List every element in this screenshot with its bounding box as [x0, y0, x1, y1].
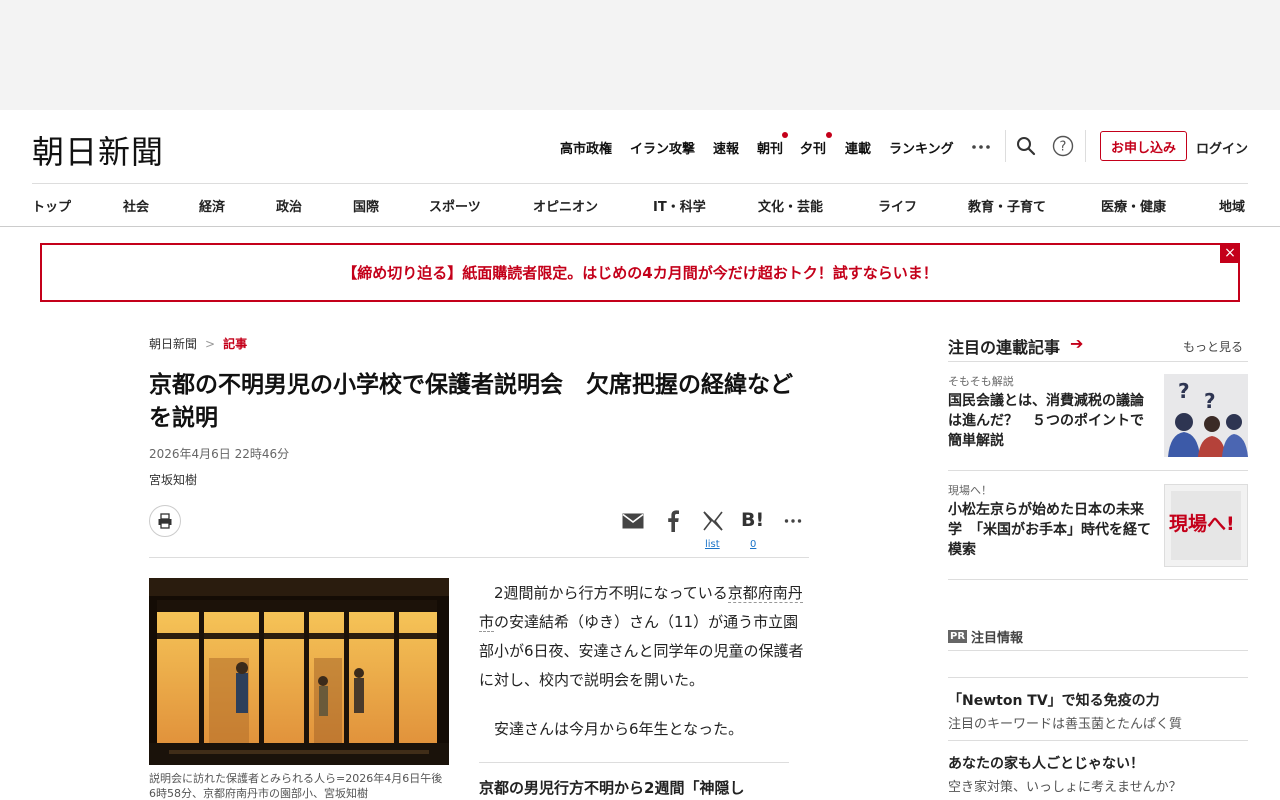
svg-text:?: ? [1060, 140, 1067, 155]
paragraph-text: の安達結希（ゆき）さん（11）が通う市立園部小が6日夜、安達さんと同学年の児童の… [479, 613, 804, 689]
ellipsis-icon[interactable] [784, 516, 802, 526]
category-tab[interactable]: IT・科学 [653, 196, 706, 215]
new-indicator-dot [826, 132, 832, 138]
login-link[interactable]: ログイン [1196, 138, 1248, 157]
breadcrumb-separator: > [205, 337, 216, 351]
divider [948, 470, 1248, 471]
breadcrumb-current[interactable]: 記事 [223, 337, 247, 351]
category-tab-top[interactable]: トップ [32, 196, 71, 215]
category-tab[interactable]: スポーツ [429, 196, 481, 215]
sidebar-item-title[interactable]: 国民会議とは、消費減税の議論は進んだ？ ５つのポイントで簡単解説 [948, 391, 1154, 451]
topnav-link[interactable]: イラン攻撃 [630, 138, 695, 157]
topnav-link[interactable]: ランキング [889, 138, 954, 157]
mail-icon[interactable] [622, 513, 644, 529]
category-tab[interactable]: 国際 [353, 196, 379, 215]
more-link[interactable]: もっと見る [1183, 338, 1243, 355]
pr-item-subtitle[interactable]: 注目のキーワードは善玉菌とたんぱく質 [948, 713, 1182, 732]
search-icon[interactable] [1016, 136, 1036, 156]
breadcrumb-home[interactable]: 朝日新聞 [149, 337, 197, 351]
category-tab[interactable]: 政治 [276, 196, 302, 215]
site-logo[interactable]: 朝日新聞 [32, 127, 164, 173]
sidebar-item-kicker: 現場へ！ [948, 484, 992, 497]
x-icon[interactable] [703, 511, 723, 531]
divider [948, 650, 1248, 651]
pr-section-title: 注目情報 [971, 631, 1024, 646]
article-body: 2週間前から行方不明になっている京都府南丹市の安達結希（ゆき）さん（11）が通う… [479, 579, 811, 744]
print-button[interactable] [149, 505, 181, 537]
article-paragraph: 2週間前から行方不明になっている京都府南丹市の安達結希（ゆき）さん（11）が通う… [479, 579, 811, 695]
article-headline: 京都の不明男児の小学校で保護者説明会 欠席把握の経緯などを説明 [149, 372, 793, 431]
category-tab[interactable]: 医療・健康 [1101, 196, 1166, 215]
topnav-link-morning[interactable]: 朝刊 [757, 138, 783, 157]
print-icon [158, 513, 172, 529]
divider [1085, 130, 1086, 162]
article-photo[interactable] [149, 578, 449, 765]
x-share-list-link[interactable]: list [705, 539, 720, 550]
pr-item-subtitle[interactable]: 空き家対策、いっしょに考えませんか？ [948, 776, 1182, 795]
pr-badge: PR [948, 630, 968, 643]
category-tab[interactable]: 地域 [1219, 196, 1245, 215]
sidebar-item-kicker: そもそも解説 [948, 375, 1014, 388]
divider [948, 579, 1248, 580]
thumbnail-caption: 現場へ! [1169, 513, 1235, 535]
divider [0, 226, 1280, 227]
article-date: 2026年4月6日 22時46分 [149, 447, 290, 461]
topnav-link-evening[interactable]: 夕刊 [800, 138, 826, 157]
paragraph-text: 2週間前から行方不明になっている [494, 584, 728, 602]
category-tab[interactable]: ライフ [878, 196, 917, 215]
category-tab[interactable]: 文化・芸能 [758, 196, 823, 215]
category-tab[interactable]: 社会 [123, 196, 149, 215]
pr-section-heading: PR 注目情報 [948, 627, 1023, 646]
category-tab[interactable]: 教育・子育て [968, 196, 1046, 215]
ad-area [0, 0, 1280, 110]
new-indicator-dot [782, 132, 788, 138]
article-paragraph: 安達さんは今月から6年生となった。 [494, 720, 744, 738]
divider [32, 183, 1248, 184]
divider [149, 557, 809, 558]
sidebar-thumbnail[interactable]: 現場へ! [1164, 484, 1248, 567]
category-tab[interactable]: オピニオン [533, 196, 598, 215]
photo-caption: 説明会に訪れた保護者とみられる人ら=2026年4月6日午後6時58分、京都府南丹… [149, 772, 443, 800]
svg-text:?: ? [1178, 379, 1190, 403]
facebook-icon[interactable] [666, 510, 680, 532]
help-icon[interactable]: ? [1052, 135, 1074, 157]
divider [1005, 130, 1006, 162]
divider [479, 762, 789, 763]
divider [948, 677, 1248, 678]
topnav-link[interactable]: 連載 [845, 138, 871, 157]
promo-banner-text[interactable]: 【締め切り迫る】紙面購読者限定。はじめの4カ月間が今だけ超おトク！試すならいま！ [342, 262, 937, 283]
divider [948, 740, 1248, 741]
ellipsis-icon[interactable] [971, 140, 991, 152]
hatena-bookmark-count[interactable]: 0 [750, 539, 756, 550]
pr-item-title[interactable]: あなたの家も人ごとじゃない！ [948, 753, 1144, 773]
category-tab[interactable]: 経済 [199, 196, 225, 215]
topnav-link[interactable]: 高市政権 [560, 138, 612, 157]
close-icon[interactable]: × [1220, 243, 1240, 263]
divider [948, 361, 1248, 362]
pr-item-title[interactable]: 「Newton TV」で知る免疫の力 [948, 690, 1160, 710]
subscribe-button[interactable]: お申し込み [1100, 131, 1187, 161]
svg-text:?: ? [1204, 389, 1216, 413]
sidebar-thumbnail[interactable]: ? ? [1164, 374, 1248, 457]
article-author[interactable]: 宮坂知樹 [149, 471, 197, 488]
related-article-link[interactable]: 京都の男児行方不明から2週間「神隠し [479, 777, 744, 798]
question-people-illustration: ? ? [1164, 374, 1248, 457]
breadcrumb: 朝日新聞 > 記事 [149, 335, 247, 352]
school-entrance-image [149, 578, 449, 765]
sidebar-title[interactable]: 注目の連載記事 [948, 334, 1060, 358]
arrow-right-icon[interactable]: ➔ [1070, 334, 1083, 353]
topnav-link[interactable]: 速報 [713, 138, 739, 157]
sidebar-item-title[interactable]: 小松左京らが始めた日本の未来学 「米国がお手本」時代を経て模索 [948, 500, 1154, 560]
promo-banner[interactable]: 【締め切り迫る】紙面購読者限定。はじめの4カ月間が今だけ超おトク！試すならいま！… [40, 243, 1240, 302]
hatena-bookmark-button[interactable]: B! [741, 509, 764, 531]
